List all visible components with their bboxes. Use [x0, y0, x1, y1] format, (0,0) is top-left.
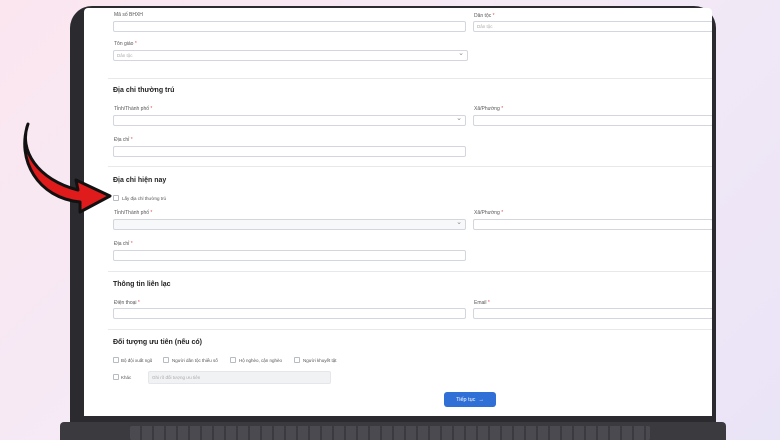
religion-select[interactable]: Dân tộc	[113, 49, 468, 61]
next-button[interactable]: Tiếp tục →	[444, 392, 496, 407]
keyboard	[130, 426, 650, 440]
permanent-province-label: Tỉnh/Thành phố *	[114, 106, 153, 112]
current-address-title: Địa chỉ hiện nay	[113, 177, 167, 184]
divider	[108, 166, 712, 167]
current-address-input[interactable]	[113, 250, 466, 261]
religion-label: Tôn giáo *	[114, 41, 137, 47]
priority-other-checkbox[interactable]	[113, 374, 119, 380]
priority-option-label: Hộ nghèo, cận nghèo	[239, 358, 283, 363]
current-ward-input[interactable]	[473, 219, 712, 230]
priority-option-label: Bộ đội xuất ngũ	[121, 358, 153, 363]
divider	[108, 271, 712, 272]
form-screen: Mã số BHXH Dân tộc * Dân tộc Tôn giáo * …	[84, 8, 712, 416]
permanent-address-title: Địa chỉ thường trú	[113, 87, 175, 94]
current-ward-label: Xã/Phường *	[474, 210, 504, 216]
code-input[interactable]	[113, 21, 466, 32]
permanent-ward-label: Xã/Phường *	[474, 106, 504, 112]
phone-input[interactable]	[113, 308, 466, 319]
contact-title: Thông tin liên lạc	[113, 281, 171, 288]
phone-label: Điện thoại *	[114, 300, 140, 306]
priority-other-label: Khác	[121, 375, 132, 380]
permanent-ward-input[interactable]	[473, 115, 712, 126]
divider	[108, 78, 712, 79]
permanent-address-input[interactable]	[113, 146, 466, 157]
arrow-right-icon: →	[478, 396, 484, 403]
code-label: Mã số BHXH	[114, 12, 143, 18]
priority-option-checkbox[interactable]	[230, 357, 236, 363]
ethnic-input[interactable]: Dân tộc	[473, 21, 712, 32]
priority-option-label: Người khuyết tật	[303, 358, 337, 363]
priority-option-checkbox[interactable]	[163, 357, 169, 363]
priority-option-checkbox[interactable]	[294, 357, 300, 363]
priority-other-input[interactable]: Ghi rõ đối tượng ưu tiên	[148, 371, 331, 384]
permanent-province-select[interactable]	[113, 114, 466, 126]
email-label: Email *	[474, 300, 490, 306]
divider	[108, 329, 712, 330]
current-province-select[interactable]	[113, 218, 466, 230]
email-input[interactable]	[473, 308, 712, 319]
red-pointer-arrow-icon	[23, 122, 112, 214]
priority-title: Đối tượng ưu tiên (nếu có)	[113, 339, 202, 346]
priority-option-checkbox[interactable]	[113, 357, 119, 363]
next-button-label: Tiếp tục	[456, 396, 476, 403]
current-province-label: Tỉnh/Thành phố *	[114, 210, 153, 216]
priority-option-label: Người dân tộc thiểu số	[172, 358, 218, 363]
same-address-label: Lấy địa chỉ thường trú	[122, 196, 166, 201]
current-address-label: Địa chỉ *	[114, 241, 133, 247]
ethnic-label: Dân tộc *	[474, 13, 495, 19]
